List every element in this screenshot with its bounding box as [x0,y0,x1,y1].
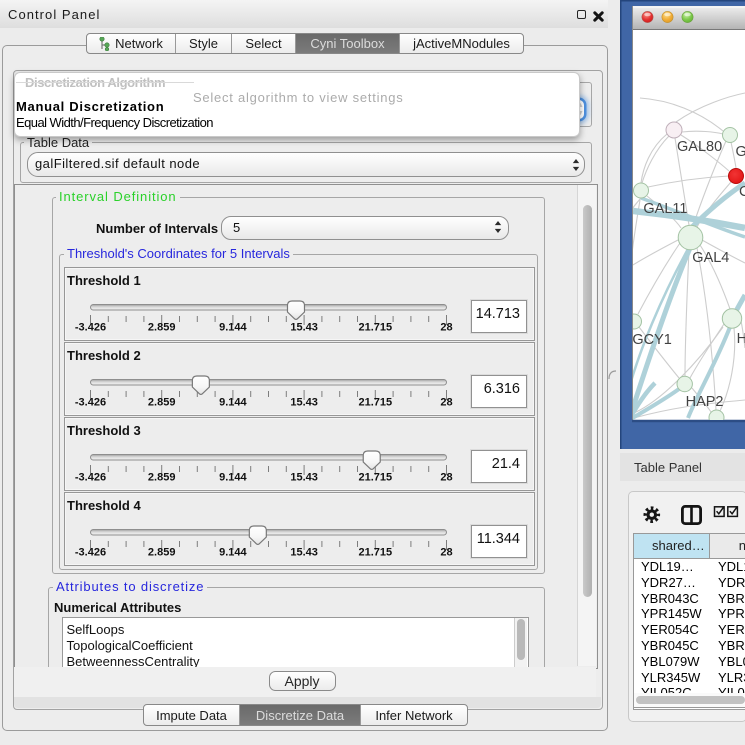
svg-text:21.715: 21.715 [358,547,392,559]
svg-text:21.715: 21.715 [358,397,392,409]
svg-text:21.715: 21.715 [358,472,392,484]
svg-text:15.43: 15.43 [290,322,318,334]
svg-text:-3.426: -3.426 [74,472,105,484]
svg-text:21.715: 21.715 [358,322,392,334]
svg-text:28: 28 [440,472,452,484]
svg-text:CY: CY [739,184,745,200]
svg-text:15.43: 15.43 [290,547,318,559]
svg-text:2.859: 2.859 [147,472,175,484]
svg-text:9.144: 9.144 [219,547,247,559]
svg-text:28: 28 [440,397,452,409]
svg-text:2.859: 2.859 [147,322,175,334]
svg-text:GAL80: GAL80 [677,139,722,155]
svg-text:HAP2: HAP2 [686,394,724,410]
svg-text:15.43: 15.43 [290,397,318,409]
svg-text:9.144: 9.144 [219,472,247,484]
svg-text:-3.426: -3.426 [74,547,105,559]
svg-text:15.43: 15.43 [290,472,318,484]
svg-text:28: 28 [440,547,452,559]
svg-text:-3.426: -3.426 [74,322,105,334]
svg-text:2.859: 2.859 [147,397,175,409]
svg-text:GA: GA [736,144,745,160]
svg-text:2.859: 2.859 [147,547,175,559]
svg-text:GAL4: GAL4 [692,250,729,266]
svg-text:GCY1: GCY1 [632,332,672,348]
svg-text:9.144: 9.144 [219,322,247,334]
svg-text:HI: HI [737,331,745,347]
svg-text:9.144: 9.144 [219,397,247,409]
svg-text:GAL11: GAL11 [643,201,687,217]
svg-text:-3.426: -3.426 [74,397,105,409]
svg-text:28: 28 [440,322,452,334]
